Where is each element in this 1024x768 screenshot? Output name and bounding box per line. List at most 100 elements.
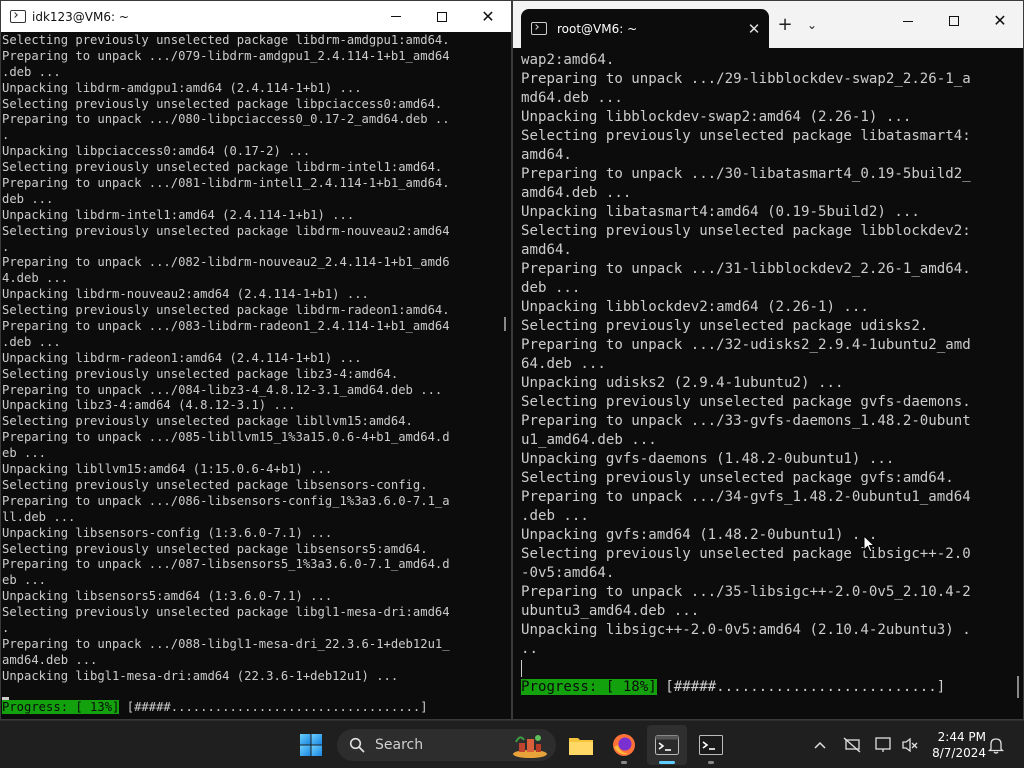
output-line: Selecting previously unselected package … (521, 318, 929, 334)
network-status-icon[interactable] (874, 735, 894, 755)
terminal-icon (655, 735, 679, 755)
progress-label: Progress: [ 18%] (521, 679, 657, 695)
output-line: Unpacking libdrm-amdgpu1:amd64 (2.4.114-… (2, 80, 362, 95)
output-line: Selecting previously unselected package … (521, 394, 971, 410)
maximize-button[interactable] (931, 1, 977, 41)
clock-date: 8/7/2024 (932, 746, 986, 760)
volume-muted-icon[interactable] (900, 735, 920, 755)
output-line: Unpacking libz3-4:amd64 (4.8.12-3.1) ... (2, 398, 296, 413)
right-scrollbar-thumb[interactable] (1017, 676, 1019, 698)
terminal-tab[interactable]: root@VM6: ~ ✕ (521, 9, 769, 48)
right-window-titlebar[interactable]: root@VM6: ~ ✕ + ⌄ ✕ (513, 1, 1023, 48)
output-line: Unpacking libpciaccess0:amd64 (0.17-2) .… (2, 144, 311, 159)
taskbar: Search 2:44 PM 8/7/2024 (0, 720, 1024, 768)
output-line: Selecting previously unselected package … (521, 546, 971, 562)
taskbar-search-box[interactable]: Search (337, 729, 556, 761)
minimize-button[interactable] (373, 1, 419, 32)
search-label: Search (375, 737, 424, 753)
windows-start-icon[interactable] (299, 733, 323, 757)
console-app-icon (10, 10, 26, 23)
output-line: Unpacking libblockdev-swap2:amd64 (2.26-… (521, 109, 912, 125)
output-line: md64.deb ... (521, 90, 623, 106)
close-button[interactable]: ✕ (465, 1, 511, 32)
taskbar-clock[interactable]: 2:44 PM 8/7/2024 (928, 729, 986, 763)
search-icon (349, 737, 365, 753)
notification-bell-icon[interactable] (986, 735, 1006, 755)
output-line: eb ... (2, 573, 47, 588)
output-line: Unpacking libdrm-intel1:amd64 (2.4.114-1… (2, 207, 355, 222)
left-scrollbar-thumb[interactable] (504, 317, 506, 331)
output-line: ll.deb ... (2, 509, 76, 524)
close-icon: ✕ (481, 6, 495, 26)
tab-dropdown-chevron-down-icon[interactable]: ⌄ (803, 13, 821, 37)
minimize-icon (903, 20, 913, 22)
output-line: u1_amd64.deb ... (521, 432, 657, 448)
network-disconnected-icon[interactable] (842, 735, 862, 755)
output-line: Unpacking gvfs-daemons (1.48.2-0ubuntu1)… (521, 451, 895, 467)
terminal-taskbar-button[interactable] (647, 725, 687, 765)
output-line: Selecting previously unselected package … (2, 303, 450, 318)
output-line: Selecting previously unselected package … (521, 470, 954, 486)
output-line: Selecting previously unselected package … (2, 96, 443, 111)
output-line: Preparing to unpack .../34-gvfs_1.48.2-0… (521, 489, 971, 505)
left-console-output[interactable]: Selecting previously unselected package … (1, 32, 501, 719)
output-line: amd64. (521, 242, 572, 258)
output-line: -0v5:amd64. (521, 565, 615, 581)
progress-line: Progress: [ 13%] [#####.................… (2, 700, 501, 716)
output-line: Unpacking libsigc++-2.0-0v5:amd64 (2.10.… (521, 622, 971, 638)
file-explorer-taskbar-button[interactable] (561, 725, 601, 765)
output-line: deb ... (2, 191, 54, 206)
output-line: . (2, 620, 10, 635)
terminal-tab-title: root@VM6: ~ (557, 21, 638, 36)
firefox-taskbar-button[interactable] (604, 725, 644, 765)
text-cursor (521, 659, 522, 677)
left-window-title: idk123@VM6: ~ (32, 9, 129, 24)
output-line: Selecting previously unselected package … (2, 160, 443, 175)
progress-line: Progress: [ 18%] [#####.................… (521, 678, 1013, 697)
progress-label: Progress: [ 13%] (2, 700, 120, 715)
tab-close-icon[interactable]: ✕ (739, 20, 769, 38)
left-console-window[interactable]: idk123@VM6: ~ ✕ Selecting previously uns… (0, 0, 512, 720)
right-terminal-window[interactable]: root@VM6: ~ ✕ + ⌄ ✕ wap2:amd64. Preparing… (512, 0, 1024, 720)
right-scrollbar[interactable] (1013, 48, 1023, 719)
output-line: 64.deb ... (521, 356, 606, 372)
progress-bar: [#####..................................… (119, 700, 428, 715)
output-line: Preparing to unpack .../084-libz3-4_4.8.… (2, 382, 443, 397)
show-hidden-icons-chevron-up-icon[interactable] (810, 735, 830, 755)
clock-time: 2:44 PM (937, 730, 986, 744)
minimize-button[interactable] (885, 1, 931, 41)
output-line: Selecting previously unselected package … (2, 366, 399, 381)
output-line: . (2, 239, 10, 254)
console-icon (699, 735, 723, 755)
output-line: Selecting previously unselected package … (2, 33, 450, 47)
output-line: Preparing to unpack .../086-libsensors-c… (2, 493, 450, 508)
output-line: amd64.deb ... (2, 652, 98, 667)
minimize-icon (391, 16, 401, 17)
right-terminal-output[interactable]: wap2:amd64. Preparing to unpack .../29-li… (513, 48, 1013, 719)
maximize-button[interactable] (419, 1, 465, 32)
output-line: .deb ... (2, 334, 61, 349)
output-line: Selecting previously unselected package … (2, 541, 428, 556)
output-line: Preparing to unpack .../30-libatasmart4_… (521, 166, 971, 182)
close-button[interactable]: ✕ (977, 1, 1023, 41)
left-window-titlebar[interactable]: idk123@VM6: ~ ✕ (1, 1, 511, 32)
left-scrollbar[interactable] (500, 32, 511, 719)
progress-bar: [#####..........................] (656, 679, 946, 695)
cursor-line (521, 659, 1013, 678)
console-taskbar-button[interactable] (691, 725, 731, 765)
close-icon: ✕ (993, 11, 1007, 30)
output-line: Preparing to unpack .../083-libdrm-radeo… (2, 319, 450, 334)
output-line: wap2:amd64. (521, 52, 615, 68)
mouse-pointer-icon (863, 535, 875, 553)
output-line: amd64.deb ... (521, 185, 632, 201)
output-line: Selecting previously unselected package … (2, 477, 428, 492)
output-line: Preparing to unpack .../079-libdrm-amdgp… (2, 48, 450, 63)
new-tab-button[interactable]: + (775, 13, 795, 37)
output-line: ubuntu3_amd64.deb ... (521, 603, 700, 619)
output-line: .deb ... (2, 64, 61, 79)
output-line: Preparing to unpack .../085-libllvm15_1%… (2, 430, 450, 445)
output-line: Selecting previously unselected package … (2, 605, 450, 620)
app-running-indicator (621, 761, 627, 764)
output-line: Unpacking libgl1-mesa-dri:amd64 (22.3.6-… (2, 668, 399, 683)
output-line: Selecting previously unselected package … (521, 128, 971, 144)
